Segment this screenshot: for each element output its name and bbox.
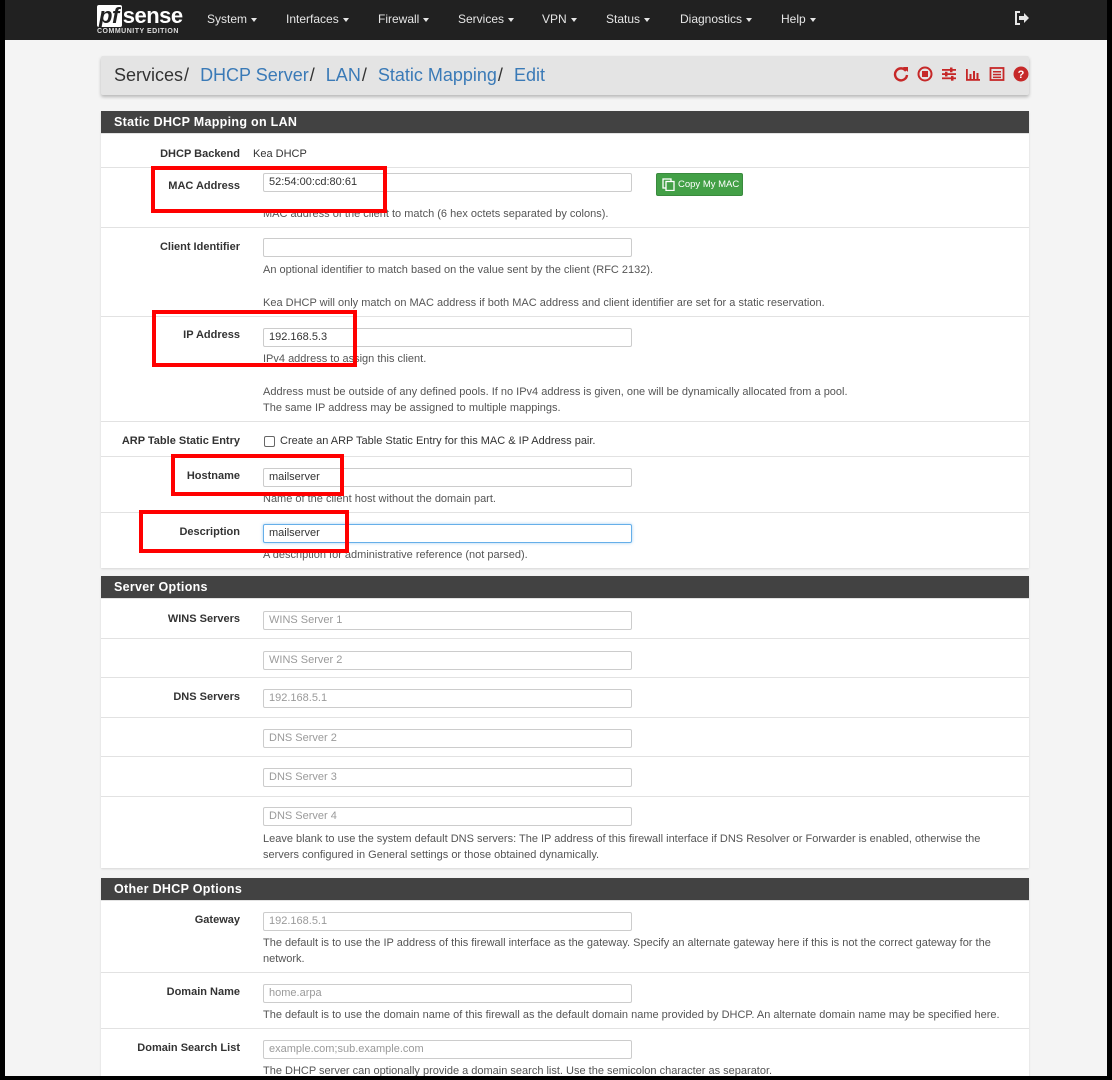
row-dns-server-4: DNS Server 4 Leave blank to use the syst… <box>101 796 1029 866</box>
list-alt-icon[interactable] <box>989 66 1005 82</box>
row-gateway: Gateway 192.168.5.1 The default is to us… <box>101 900 1029 972</box>
breadcrumb-bar: Services/ DHCP Server/ LAN/ Static Mappi… <box>101 56 1029 95</box>
shortcut-icons: ? <box>893 66 1034 84</box>
breadcrumb-dhcp-server[interactable]: DHCP Server <box>200 65 309 85</box>
dhcp-backend-value: Kea DHCP <box>253 148 307 160</box>
dns-server-2-input[interactable]: DNS Server 2 <box>263 729 632 748</box>
breadcrumb-static-mapping[interactable]: Static Mapping <box>378 65 497 85</box>
wins-server-2-input[interactable]: WINS Server 2 <box>263 651 632 670</box>
top-navbar: pf sense COMMUNITY EDITION System Interfa… <box>5 0 1107 40</box>
row-arp-static-entry: ARP Table Static Entry Create an ARP Tab… <box>101 421 1029 456</box>
dns-servers-help: Leave blank to use the system default DN… <box>263 833 981 845</box>
panel-heading-server-options: Server Options <box>101 576 1029 598</box>
caret-down-icon <box>342 17 349 22</box>
annotation-box-ip-address <box>152 310 357 367</box>
caret-down-icon <box>251 17 258 22</box>
client-identifier-label: Client Identifier <box>159 241 240 253</box>
breadcrumb: Services/ DHCP Server/ LAN/ Static Mappi… <box>114 65 545 85</box>
arp-static-entry-label: ARP Table Static Entry <box>121 435 240 447</box>
domain-name-help: The default is to use the domain name of… <box>263 1009 1000 1021</box>
wins-servers-label: WINS Servers <box>167 613 240 625</box>
arp-static-entry-text: Create an ARP Table Static Entry for thi… <box>280 435 596 447</box>
gateway-label: Gateway <box>194 914 240 926</box>
copy-my-mac-button[interactable]: Copy My MAC <box>656 173 743 196</box>
annotation-box-hostname <box>171 454 344 496</box>
row-dns-server-3: DNS Server 3 <box>101 756 1029 796</box>
gateway-input[interactable]: 192.168.5.1 <box>263 912 632 931</box>
client-identifier-input[interactable] <box>263 238 632 257</box>
pfsense-logo[interactable]: pf sense COMMUNITY EDITION <box>97 4 197 38</box>
row-dhcp-backend: DHCP Backend Kea DHCP <box>101 133 1029 167</box>
caret-down-icon <box>508 17 515 22</box>
nav-interfaces[interactable]: Interfaces <box>286 11 349 27</box>
row-wins-server-2: WINS Server 2 <box>101 638 1029 677</box>
svg-text:?: ? <box>1018 69 1025 81</box>
row-dns-server-1: DNS Servers 192.168.5.1 <box>101 677 1029 717</box>
row-wins-server-1: WINS Servers WINS Server 1 <box>101 598 1029 638</box>
copy-icon <box>662 178 675 191</box>
caret-down-icon <box>423 17 430 22</box>
bar-chart-icon[interactable] <box>965 66 981 82</box>
caret-down-icon <box>570 17 577 22</box>
stop-circle-icon[interactable] <box>917 66 933 82</box>
caret-down-icon <box>746 17 753 22</box>
domain-name-label: Domain Name <box>166 986 240 998</box>
refresh-icon[interactable] <box>893 66 909 82</box>
ip-address-multiple-note: The same IP address may be assigned to m… <box>263 402 561 414</box>
wins-server-1-input[interactable]: WINS Server 1 <box>263 611 632 630</box>
logo-sense: sense <box>122 3 183 28</box>
client-identifier-note: Kea DHCP will only match on MAC address … <box>263 297 825 309</box>
breadcrumb-edit[interactable]: Edit <box>514 65 545 85</box>
browser-viewport: pf sense COMMUNITY EDITION System Interfa… <box>5 0 1107 1076</box>
caret-down-icon <box>809 17 816 22</box>
nav-status[interactable]: Status <box>606 11 651 27</box>
dns-servers-label: DNS Servers <box>173 691 240 703</box>
dns-server-3-input[interactable]: DNS Server 3 <box>263 768 632 787</box>
question-circle-icon[interactable]: ? <box>1013 66 1029 82</box>
nav-vpn[interactable]: VPN <box>542 11 577 27</box>
annotation-box-description <box>139 510 349 553</box>
logo-pf: pf <box>97 5 122 27</box>
row-dns-server-2: DNS Server 2 <box>101 717 1029 756</box>
sign-out-icon[interactable] <box>1014 11 1030 25</box>
panel-heading-other-dhcp-options: Other DHCP Options <box>101 878 1029 900</box>
panel-heading-static-mapping: Static DHCP Mapping on LAN <box>101 111 1029 133</box>
gateway-help-2: network. <box>263 953 305 965</box>
nav-services[interactable]: Services <box>458 11 515 27</box>
dns-server-4-input[interactable]: DNS Server 4 <box>263 807 632 826</box>
dns-servers-help-2: servers configured in General settings o… <box>263 849 600 861</box>
row-domain-name: Domain Name home.arpa The default is to … <box>101 972 1029 1028</box>
breadcrumb-services: Services <box>114 65 184 85</box>
annotation-box-mac-address <box>151 166 387 213</box>
domain-search-list-help: The DHCP server can optionally provide a… <box>263 1065 773 1076</box>
nav-diagnostics[interactable]: Diagnostics <box>680 11 753 27</box>
domain-search-list-label: Domain Search List <box>137 1042 240 1054</box>
ip-address-pool-note: Address must be outside of any defined p… <box>263 386 848 398</box>
nav-help[interactable]: Help <box>781 11 816 27</box>
row-client-identifier: Client Identifier An optional identifier… <box>101 227 1029 316</box>
dhcp-backend-label: DHCP Backend <box>160 148 240 160</box>
row-domain-search-list: Domain Search List example.com;sub.examp… <box>101 1028 1029 1076</box>
domain-search-list-input[interactable]: example.com;sub.example.com <box>263 1040 632 1059</box>
sliders-icon[interactable] <box>941 66 957 82</box>
server-options-panel: Server Options WINS Servers WINS Server … <box>101 576 1029 868</box>
arp-static-entry-checkbox[interactable] <box>264 436 275 447</box>
logo-edition: COMMUNITY EDITION <box>97 28 179 35</box>
other-dhcp-options-panel: Other DHCP Options Gateway 192.168.5.1 T… <box>101 878 1029 1076</box>
nav-system[interactable]: System <box>207 11 258 27</box>
domain-name-input[interactable]: home.arpa <box>263 984 632 1003</box>
breadcrumb-lan[interactable]: LAN <box>326 65 361 85</box>
caret-down-icon <box>644 17 651 22</box>
client-identifier-help: An optional identifier to match based on… <box>263 264 654 276</box>
dns-server-1-input[interactable]: 192.168.5.1 <box>263 689 632 708</box>
gateway-help: The default is to use the IP address of … <box>263 937 991 949</box>
nav-firewall[interactable]: Firewall <box>378 11 430 27</box>
